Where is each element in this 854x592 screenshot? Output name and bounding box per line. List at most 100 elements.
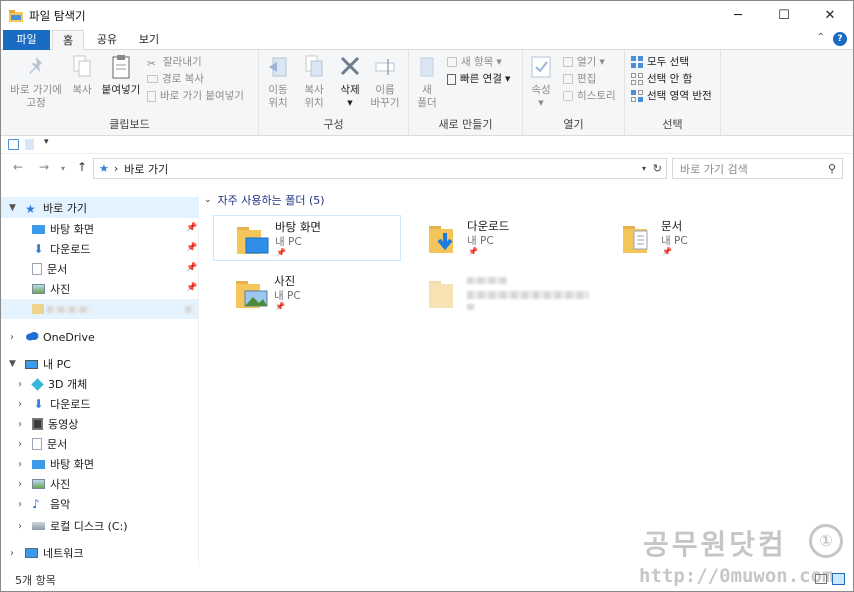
chevron-right-icon[interactable]: › bbox=[18, 439, 22, 450]
new-folder-button[interactable]: 새 폴더 bbox=[411, 54, 443, 110]
nav-pc-downloads[interactable]: › ⬇ 다운로드 bbox=[1, 394, 90, 414]
pin-icon[interactable]: 📌 bbox=[186, 263, 197, 273]
minimize-button[interactable]: ─ bbox=[715, 1, 761, 30]
nav-pc-videos[interactable]: › 동영상 bbox=[1, 414, 78, 434]
cut-button[interactable]: ✂ 잘라내기 bbox=[147, 54, 202, 70]
customize-qat-icon[interactable]: ▾ bbox=[44, 137, 49, 147]
chevron-down-icon[interactable]: ▼ bbox=[9, 359, 16, 369]
large-icons-view-icon[interactable] bbox=[832, 573, 845, 585]
nav-quick-downloads[interactable]: ⬇ 다운로드 bbox=[32, 239, 90, 259]
address-bar[interactable]: ★ › 바로 가기 ▾ ↻ bbox=[93, 158, 667, 179]
folder-location: 내 PC bbox=[274, 290, 301, 302]
chevron-right-icon[interactable]: › bbox=[18, 399, 22, 410]
network-icon bbox=[25, 548, 38, 558]
close-icon: ✕ bbox=[824, 8, 836, 23]
invert-selection-button[interactable]: 선택 영역 반전 bbox=[631, 88, 712, 104]
edit-button[interactable]: 편집 bbox=[563, 71, 596, 87]
breadcrumb-quick-access[interactable]: 바로 가기 bbox=[124, 161, 168, 177]
nav-pc-music[interactable]: › ♪ 음악 bbox=[1, 494, 70, 514]
history-button[interactable]: 히스토리 bbox=[563, 88, 616, 104]
window-title: 파일 탐색기 bbox=[29, 8, 86, 23]
chevron-right-icon[interactable]: › bbox=[18, 479, 22, 490]
tab-home[interactable]: 홈 bbox=[52, 30, 84, 51]
rename-button[interactable]: 이름 바꾸기 bbox=[367, 54, 403, 110]
up-arrow-icon[interactable]: ↑ bbox=[77, 160, 87, 174]
download-arrow-icon: ⬇ bbox=[33, 397, 44, 411]
delete-button[interactable]: 삭제 ▼ bbox=[335, 54, 365, 110]
search-icon: ⚲ bbox=[827, 162, 836, 175]
ribbon-tabs: 파일 홈 공유 보기 ⌃ ? bbox=[1, 30, 853, 51]
copy-path-button[interactable]: 경로 복사 bbox=[147, 71, 204, 87]
nav-pc-desktop[interactable]: › 바탕 화면 bbox=[1, 454, 94, 474]
maximize-button[interactable]: ☐ bbox=[761, 1, 807, 30]
new-folder-qat-icon[interactable] bbox=[25, 139, 34, 150]
folder-tile-downloads[interactable]: 다운로드 내 PC 📌 bbox=[406, 215, 594, 261]
folder-tile-documents[interactable]: 문서 내 PC 📌 bbox=[600, 215, 788, 261]
search-input[interactable]: 바로 가기 검색 bbox=[680, 161, 748, 177]
nav-quick-access[interactable]: ▼ ★ 바로 가기 bbox=[1, 198, 87, 218]
paste-shortcut-button[interactable]: 바로 가기 붙여넣기 bbox=[147, 88, 244, 104]
pin-icon[interactable]: 📌 bbox=[186, 283, 197, 293]
back-arrow-icon[interactable]: ← bbox=[13, 160, 23, 174]
pictures-folder-icon bbox=[235, 276, 269, 310]
chevron-right-icon[interactable]: › bbox=[18, 499, 22, 510]
nav-pc-pictures[interactable]: › 사진 bbox=[1, 474, 70, 494]
pin-icon[interactable]: 📌 bbox=[186, 243, 197, 253]
chevron-right-icon[interactable]: › bbox=[18, 459, 22, 470]
easy-access-button[interactable]: 빠른 연결 ▼ bbox=[447, 71, 510, 87]
group-header[interactable]: ⌄ 자주 사용하는 폴더 (5) bbox=[204, 192, 325, 208]
nav-this-pc[interactable]: ▼ 내 PC bbox=[1, 354, 71, 374]
nav-quick-pictures[interactable]: 사진 bbox=[32, 279, 70, 299]
chevron-down-icon[interactable]: ⌄ bbox=[204, 195, 212, 205]
pin-icon[interactable]: 📌 bbox=[186, 223, 197, 233]
open-button[interactable]: 열기 ▼ bbox=[563, 54, 605, 70]
select-none-button[interactable]: 선택 안 함 bbox=[631, 71, 692, 87]
collapse-ribbon-icon[interactable]: ⌃ bbox=[817, 32, 825, 43]
properties-button[interactable]: 속성 ▼ bbox=[525, 54, 557, 110]
nav-pc-3d-objects[interactable]: › 3D 개체 bbox=[1, 374, 87, 394]
chevron-right-icon[interactable]: › bbox=[10, 548, 14, 559]
folder-location: 내 PC bbox=[661, 235, 688, 247]
pin-icon: 📌 bbox=[662, 247, 672, 256]
forward-arrow-icon[interactable]: → bbox=[39, 160, 49, 174]
chevron-right-icon[interactable]: › bbox=[18, 521, 22, 532]
recent-locations-icon[interactable]: ▾ bbox=[61, 164, 65, 173]
nav-pc-documents[interactable]: › 문서 bbox=[1, 434, 67, 454]
address-dropdown-icon[interactable]: ▾ bbox=[642, 164, 646, 173]
nav-quick-desktop[interactable]: 바탕 화면 bbox=[32, 219, 94, 239]
folder-tile-redacted[interactable] bbox=[406, 270, 594, 316]
chevron-right-icon[interactable]: › bbox=[18, 379, 22, 390]
copy-button[interactable]: 복사 bbox=[67, 54, 97, 97]
chevron-right-icon[interactable]: › bbox=[10, 332, 14, 343]
folder-tile-pictures[interactable]: 사진 내 PC 📌 bbox=[213, 270, 401, 316]
nav-onedrive[interactable]: › OneDrive bbox=[1, 327, 95, 347]
tab-share[interactable]: 공유 bbox=[89, 30, 125, 50]
address-row: ← → ▾ ↑ ★ › 바로 가기 ▾ ↻ 바로 가기 검색 ⚲ bbox=[1, 156, 853, 182]
help-icon[interactable]: ? bbox=[833, 32, 847, 46]
nav-network[interactable]: › 네트워크 bbox=[1, 543, 83, 563]
tab-view[interactable]: 보기 bbox=[131, 30, 167, 50]
chevron-right-icon[interactable]: › bbox=[18, 419, 22, 430]
nav-redacted-item[interactable] bbox=[1, 299, 198, 319]
nav-pc-local-disk[interactable]: › 로컬 디스크 (C:) bbox=[1, 516, 128, 536]
nav-quick-documents[interactable]: 문서 bbox=[32, 259, 67, 279]
paste-button[interactable]: 붙여넣기 bbox=[99, 54, 143, 97]
tab-file[interactable]: 파일 bbox=[3, 30, 50, 50]
pin-icon bbox=[25, 54, 47, 80]
details-view-icon[interactable] bbox=[815, 574, 827, 584]
select-all-button[interactable]: 모두 선택 bbox=[631, 54, 689, 70]
new-item-button[interactable]: 새 항목 ▼ bbox=[447, 54, 502, 70]
open-icon bbox=[563, 57, 573, 67]
chevron-down-icon[interactable]: ▼ bbox=[9, 203, 16, 213]
refresh-icon[interactable]: ↻ bbox=[653, 162, 662, 175]
folder-tile-desktop[interactable]: 바탕 화면 내 PC 📌 bbox=[213, 215, 401, 261]
move-to-button[interactable]: 이동 위치 bbox=[261, 54, 295, 110]
properties-qat-icon[interactable] bbox=[8, 139, 19, 150]
search-box[interactable]: 바로 가기 검색 ⚲ bbox=[672, 158, 843, 179]
title-bar: 파일 탐색기 ─ ☐ ✕ bbox=[1, 1, 853, 30]
close-button[interactable]: ✕ bbox=[807, 1, 853, 30]
pin-icon: 📌 bbox=[275, 302, 285, 311]
folder-icon bbox=[428, 276, 462, 310]
pin-quick-access-button[interactable]: 바로 가기에 고정 bbox=[7, 54, 65, 110]
copy-to-button[interactable]: 복사 위치 bbox=[297, 54, 331, 110]
